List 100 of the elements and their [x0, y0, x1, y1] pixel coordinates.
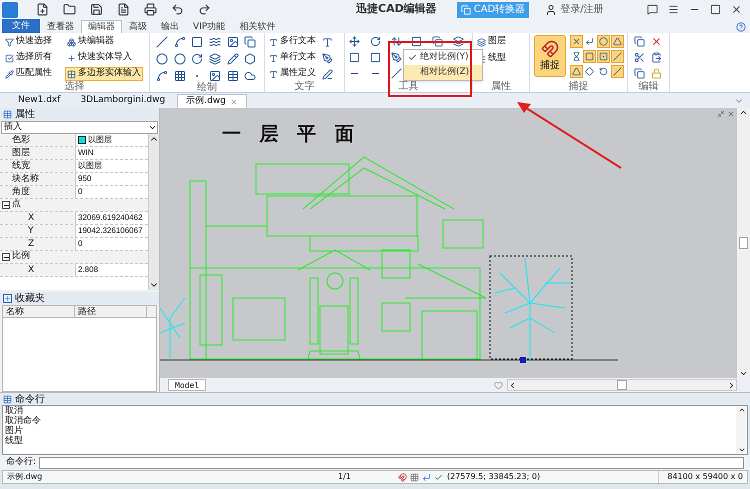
feedback-icon[interactable]: [647, 4, 658, 15]
duplicate-icon[interactable]: [634, 68, 645, 79]
snap-mode-toggle[interactable]: [570, 35, 583, 48]
scroll-left-icon[interactable]: [508, 380, 517, 390]
image-icon[interactable]: [226, 36, 239, 48]
property-value: 19042.326106067: [77, 225, 143, 237]
text-style-icon[interactable]: [322, 37, 333, 48]
document-tab[interactable]: 3DLamborgini.dwg: [72, 94, 174, 108]
snap-mode-toggle[interactable]: [570, 65, 583, 78]
curve-icon[interactable]: [174, 36, 186, 48]
ribbon-button[interactable]: 匹配属性: [3, 67, 54, 81]
snap-mode-toggle[interactable]: [611, 50, 624, 63]
drawing-canvas[interactable]: 一 层 平 面: [160, 108, 737, 378]
ribbon-tab[interactable]: 相关软件: [232, 21, 282, 33]
pen-icon[interactable]: [322, 53, 333, 64]
scroll-down-icon[interactable]: [738, 446, 746, 454]
column-header[interactable]: 路径: [75, 306, 147, 317]
menu-item[interactable]: 相对比例(Z): [404, 65, 482, 80]
ribbon-tab[interactable]: 输出: [154, 21, 186, 33]
ribbon-button[interactable]: 图层: [477, 35, 525, 49]
cloud-icon[interactable]: [244, 70, 256, 82]
undo-icon[interactable]: [171, 3, 184, 16]
select-all-icon: [5, 54, 14, 62]
ribbon-button[interactable]: 属性定义: [269, 67, 316, 81]
arc-icon[interactable]: [191, 53, 204, 65]
restore-icon[interactable]: [717, 110, 725, 118]
close-tab-icon[interactable]: [230, 98, 238, 106]
paste-icon[interactable]: [651, 52, 662, 63]
line-icon[interactable]: [156, 36, 168, 48]
ribbon-tab[interactable]: VIP功能: [186, 21, 232, 33]
pattern-icon[interactable]: [174, 70, 186, 82]
snap-mode-toggle[interactable]: [583, 65, 596, 78]
grid-icon[interactable]: [410, 472, 419, 482]
object-type-dropdown[interactable]: 插入: [1, 121, 158, 134]
layout-tab[interactable]: Model: [168, 379, 206, 391]
command-input[interactable]: [39, 456, 744, 468]
rectangle-icon[interactable]: [191, 36, 204, 48]
scrollbar[interactable]: [148, 134, 159, 290]
column-header[interactable]: 名称: [3, 306, 75, 317]
user-icon[interactable]: [545, 4, 558, 16]
print-icon[interactable]: [144, 3, 157, 16]
scroll-up-icon[interactable]: [738, 406, 746, 414]
ribbon-tab[interactable]: 高级: [122, 21, 154, 33]
close-icon[interactable]: [731, 4, 742, 15]
edit-text-icon[interactable]: [322, 69, 333, 80]
property-section[interactable]: 比例: [0, 251, 148, 264]
ribbon-button[interactable]: 快速实体导入: [65, 51, 134, 65]
scroll-down-icon[interactable]: [739, 369, 748, 378]
ribbon-tab[interactable]: 编辑器: [81, 20, 122, 33]
snap-mode-toggle[interactable]: [597, 35, 610, 48]
scroll-up-icon[interactable]: [739, 108, 748, 117]
table-icon[interactable]: [226, 70, 239, 82]
help-icon[interactable]: [736, 22, 746, 32]
circle-icon[interactable]: [156, 53, 168, 65]
vertical-scrollbar[interactable]: [737, 108, 750, 378]
ribbon-button[interactable]: 单行文本: [269, 51, 316, 65]
rotate-icon[interactable]: [370, 36, 381, 47]
save-icon[interactable]: [90, 3, 103, 16]
converter-icon[interactable]: [460, 4, 471, 14]
delete-icon[interactable]: [651, 36, 662, 47]
cut-icon[interactable]: [634, 52, 645, 63]
maximize-icon[interactable]: [710, 4, 721, 15]
snap-button[interactable]: 捕捉: [534, 35, 566, 77]
spline-icon[interactable]: [156, 70, 168, 82]
layer-icon[interactable]: [453, 36, 464, 47]
scroll-thumb[interactable]: [739, 237, 748, 249]
ribbon-tab[interactable]: 文件: [2, 19, 40, 33]
collapse-icon[interactable]: [2, 201, 10, 209]
snap-mode-toggle[interactable]: [597, 50, 610, 63]
folder-icon[interactable]: [63, 3, 76, 16]
menu-icon[interactable]: [668, 4, 679, 15]
document-tab[interactable]: 示例.dwg: [177, 94, 247, 108]
ribbon-tab[interactable]: 查看器: [40, 21, 81, 33]
property-value: 0: [77, 186, 82, 198]
snap-mode-toggle[interactable]: [583, 50, 596, 63]
document-tab[interactable]: New1.dxf: [10, 94, 68, 108]
snap-mode-toggle[interactable]: [611, 35, 624, 48]
ribbon-button[interactable]: 多边形实体输入: [65, 67, 143, 81]
snap-mode-toggle[interactable]: [611, 65, 624, 78]
pen-icon[interactable]: [226, 53, 239, 65]
scrollbar[interactable]: [736, 406, 747, 454]
polygon-icon[interactable]: [244, 53, 256, 65]
new-file-icon[interactable]: [36, 3, 49, 16]
property-section[interactable]: 点: [0, 199, 148, 212]
copy-icon[interactable]: [432, 36, 444, 47]
snap-icon[interactable]: [398, 472, 407, 482]
redo-icon[interactable]: [198, 3, 211, 16]
scroll-right-icon[interactable]: [727, 380, 736, 390]
scroll-thumb[interactable]: [617, 380, 627, 390]
ribbon-button[interactable]: 多行文本: [269, 35, 316, 49]
pdf-icon[interactable]: [117, 3, 130, 16]
ribbon-button[interactable]: 快速选择: [3, 35, 54, 49]
ribbon-button[interactable]: 块编辑器: [65, 35, 116, 49]
horizontal-scrollbar[interactable]: [507, 379, 737, 391]
login-button[interactable]: 登录/注册: [545, 2, 604, 17]
collapse-icon[interactable]: [2, 253, 10, 261]
move-icon[interactable]: [349, 36, 360, 47]
ribbon-button[interactable]: 选择所有: [3, 51, 54, 65]
copy-icon[interactable]: [634, 36, 645, 47]
grip-handle[interactable]: [520, 357, 526, 363]
